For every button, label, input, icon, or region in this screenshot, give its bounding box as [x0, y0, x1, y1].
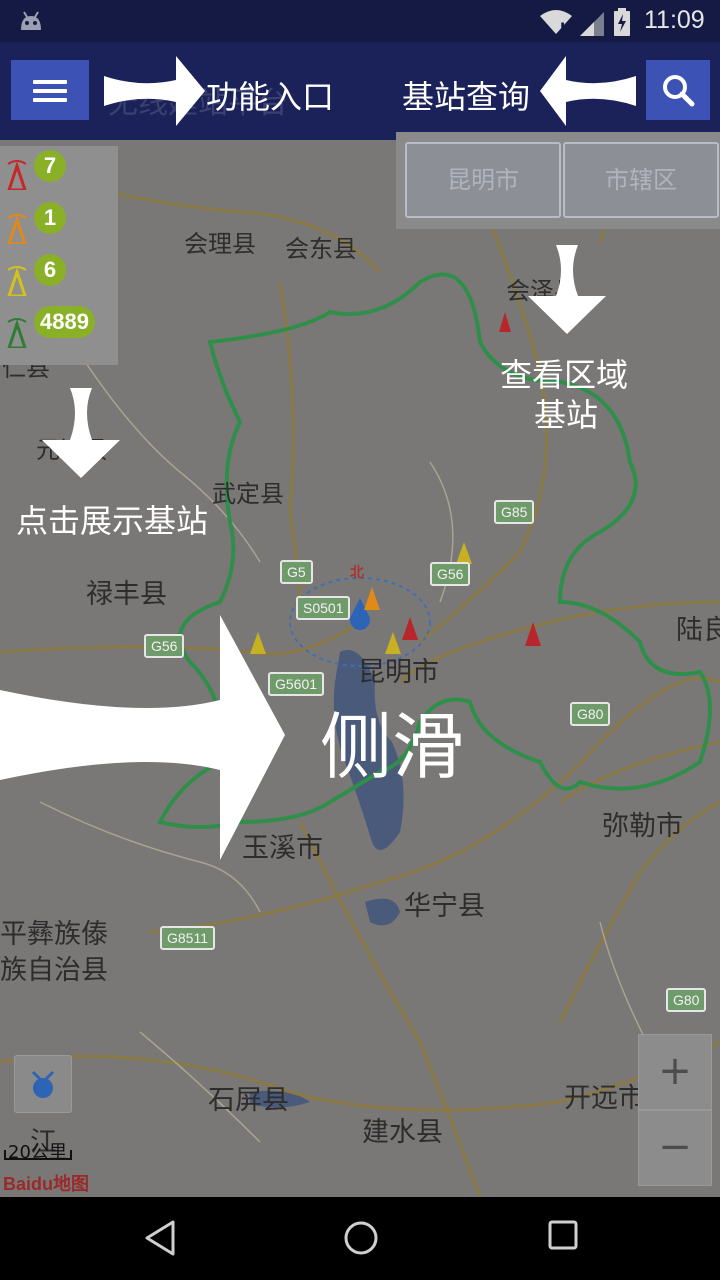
locate-button[interactable]: [14, 1055, 72, 1113]
recents-icon[interactable]: [547, 1219, 579, 1251]
baidu-logo: Baidu地图: [3, 1174, 90, 1194]
location-icon: [31, 1070, 55, 1098]
zoom-in-button[interactable]: +: [638, 1034, 712, 1110]
side-slide-annotation: 侧滑: [320, 705, 465, 789]
navigation-bar: [0, 1197, 720, 1280]
scale-bar: [4, 1150, 72, 1160]
tutorial-arrows: [0, 56, 636, 860]
click-show-annotation: 点击展示基站: [16, 502, 209, 540]
home-icon[interactable]: [342, 1219, 380, 1257]
zoom-out-button[interactable]: −: [638, 1110, 712, 1186]
view-area-annotation-2: 基站: [534, 396, 599, 434]
back-icon[interactable]: [143, 1219, 177, 1257]
